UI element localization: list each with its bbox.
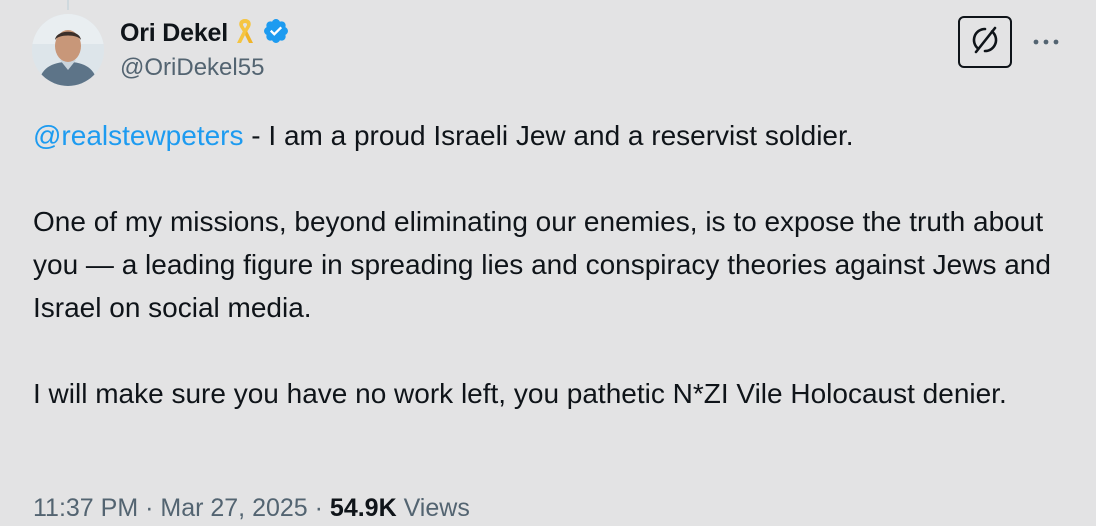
verified-badge-icon[interactable] — [262, 17, 290, 50]
more-options-icon — [1031, 33, 1061, 51]
grok-icon — [968, 23, 1002, 62]
tweet-metadata: 11:37 PM · Mar 27, 2025 · 54.9K Views — [33, 494, 470, 523]
tweet-time[interactable]: 11:37 PM — [33, 494, 138, 522]
tweet-text: @realstewpeters - I am a proud Israeli J… — [33, 114, 1073, 415]
avatar[interactable] — [32, 14, 104, 86]
more-options-button[interactable] — [1028, 26, 1064, 58]
meta-separator: · — [307, 494, 330, 522]
views-label: Views — [396, 494, 470, 522]
tweet-paragraph-2: One of my missions, beyond eliminating o… — [33, 206, 1051, 323]
grok-button[interactable] — [958, 16, 1012, 68]
meta-separator: · — [138, 494, 161, 522]
tweet-line-1-text: - I am a proud Israeli Jew and a reservi… — [243, 120, 854, 151]
avatar-image — [32, 14, 104, 86]
yellow-ribbon-icon — [234, 16, 256, 51]
author-display-name[interactable]: Ori Dekel — [120, 19, 228, 48]
tweet-paragraph-3: I will make sure you have no work left, … — [33, 378, 1007, 409]
mention-link[interactable]: @realstewpeters — [33, 120, 244, 151]
thread-connector-line — [67, 0, 69, 10]
tweet-paragraph-1: @realstewpeters - I am a proud Israeli J… — [33, 114, 1073, 157]
author-handle[interactable]: @OriDekel55 — [120, 54, 264, 82]
author-name-row: Ori Dekel — [120, 16, 290, 51]
tweet-date[interactable]: Mar 27, 2025 — [160, 494, 307, 522]
views-count: 54.9K — [329, 494, 397, 522]
